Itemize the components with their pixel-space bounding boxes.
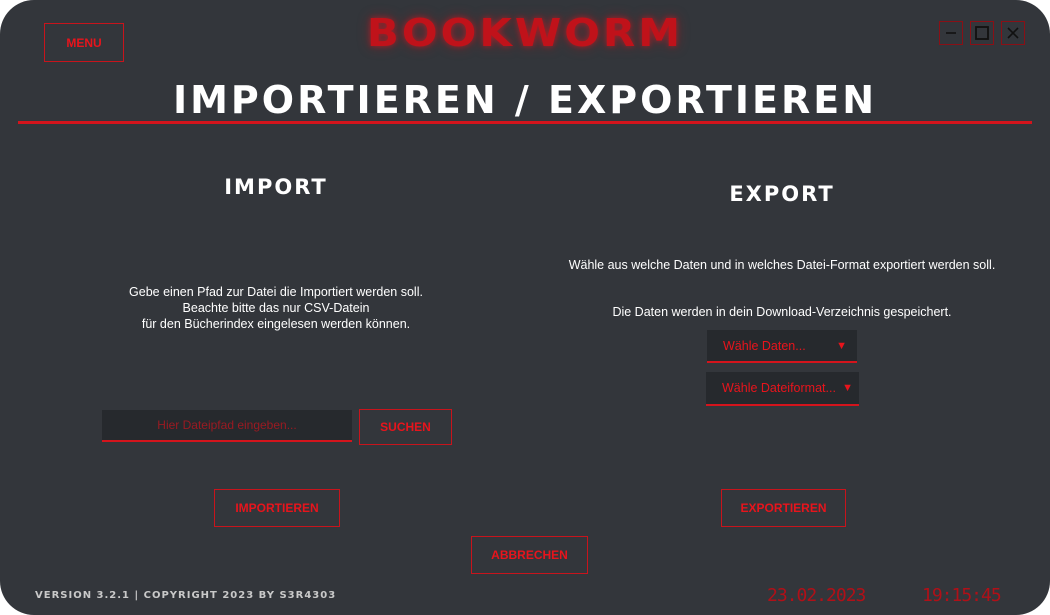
data-select-label: Wähle Daten...	[723, 338, 806, 353]
cancel-button-label: ABBRECHEN	[491, 548, 568, 562]
maximize-icon	[975, 26, 989, 40]
import-button-label: IMPORTIEREN	[235, 501, 319, 515]
footer-time: 19:15:45	[922, 585, 1002, 606]
export-heading: EXPORT	[729, 182, 835, 206]
search-button-label: SUCHEN	[380, 420, 431, 434]
version-copyright: VERSION 3.2.1 | COPYRIGHT 2023 BY S3R430…	[35, 590, 337, 601]
import-info: Gebe einen Pfad zur Datei die Importiert…	[76, 284, 476, 332]
cancel-button[interactable]: ABBRECHEN	[471, 536, 588, 574]
footer-date: 23.02.2023	[767, 585, 866, 606]
format-select[interactable]: Wähle Dateiformat... ▼	[706, 372, 859, 406]
import-heading: IMPORT	[224, 175, 328, 199]
title-divider	[18, 121, 1032, 124]
page-title: IMPORTIEREN / EXPORTIEREN	[172, 78, 878, 122]
search-button[interactable]: SUCHEN	[359, 409, 452, 445]
chevron-down-icon: ▼	[842, 382, 853, 394]
export-button[interactable]: EXPORTIEREN	[721, 489, 846, 527]
export-button-label: EXPORTIEREN	[740, 501, 827, 515]
minimize-button[interactable]	[939, 21, 963, 45]
maximize-button[interactable]	[970, 21, 994, 45]
format-select-label: Wähle Dateiformat...	[722, 381, 836, 395]
close-button[interactable]	[1001, 21, 1025, 45]
import-button[interactable]: IMPORTIEREN	[214, 489, 340, 527]
data-select[interactable]: Wähle Daten... ▼	[707, 330, 857, 363]
minimize-icon	[946, 32, 956, 34]
export-info-line: Wähle aus welche Daten und in welches Da…	[568, 258, 996, 272]
app-window: MENU BOOKWORM IMPORTIEREN / EXPORTIEREN …	[0, 0, 1050, 615]
import-info-line: Beachte bitte das nur CSV-Datein	[182, 301, 370, 315]
close-icon	[1007, 27, 1019, 39]
chevron-down-icon: ▼	[836, 339, 847, 352]
file-path-input[interactable]	[102, 410, 352, 442]
import-info-line: für den Bücherindex eingelesen werden kö…	[141, 317, 411, 331]
import-info-line: Gebe einen Pfad zur Datei die Importiert…	[129, 285, 423, 299]
app-brand-logo: BOOKWORM	[366, 9, 684, 56]
export-info-line: Die Daten werden in dein Download-Verzei…	[612, 305, 952, 319]
